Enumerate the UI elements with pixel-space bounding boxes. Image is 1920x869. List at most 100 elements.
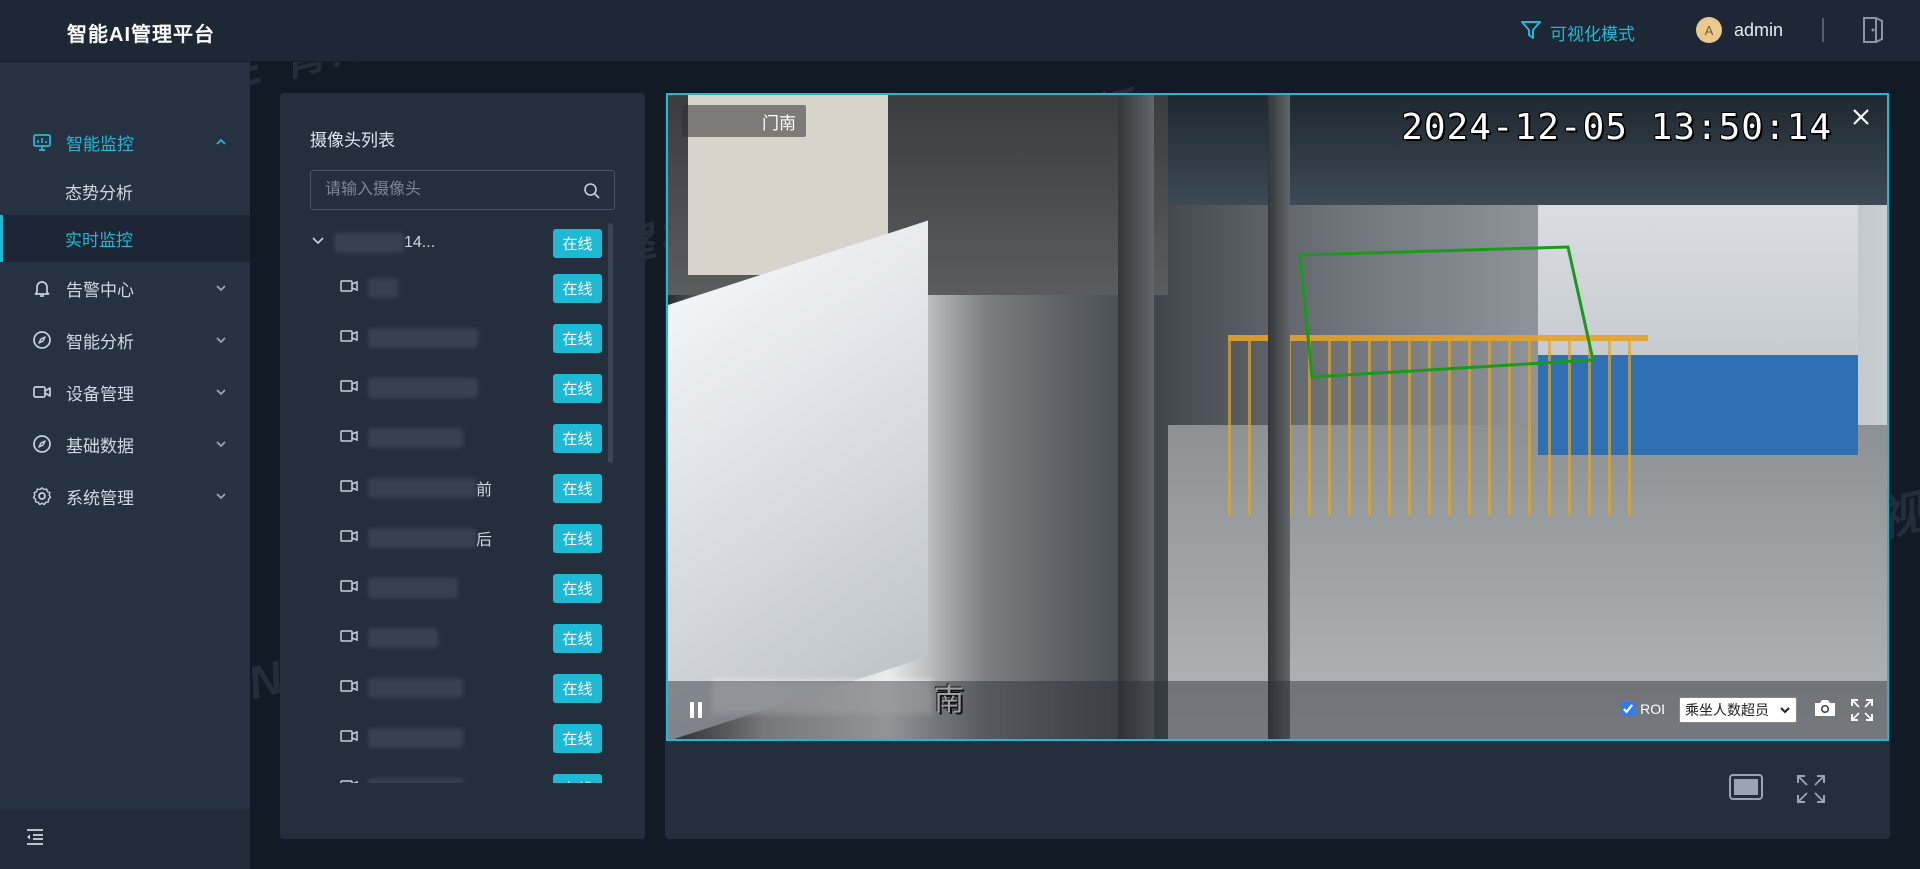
camera-tree: 14... 在线 在线 在线 在线 在线 前 在线 后 在线 在线 在线 在线 …: [310, 223, 602, 783]
video-camera-icon: [340, 529, 358, 548]
chevron-up-icon: [214, 134, 228, 154]
camera-row[interactable]: 前 在线: [310, 463, 602, 513]
chevron-down-icon[interactable]: [310, 233, 326, 254]
camera-row[interactable]: 在线: [310, 363, 602, 413]
status-badge[interactable]: 在线: [553, 423, 602, 453]
status-badge[interactable]: 在线: [553, 523, 602, 553]
camera-row[interactable]: 在线: [310, 563, 602, 613]
camera-snapshot-icon[interactable]: [1813, 697, 1837, 724]
video-timestamp: 2024-12-05 13:50:14: [1401, 107, 1832, 148]
sidebar-subitem-realtime-monitoring[interactable]: 实时监控: [0, 215, 250, 262]
sidebar-item-label: 智能分析: [66, 332, 134, 352]
sidebar-item-label: 基础数据: [66, 436, 134, 456]
redacted-text: [368, 628, 438, 648]
sidebar: 智能监控 态势分析 实时监控 告警中心 智能分析 设备管理 基础数据 系统管理: [0, 62, 250, 869]
video-camera-icon: [340, 679, 358, 698]
chevron-down-icon: [214, 488, 228, 508]
camera-row[interactable]: 在线: [310, 263, 602, 313]
bell-icon: [32, 278, 52, 298]
camera-group-row[interactable]: 14... 在线: [310, 223, 602, 263]
redacted-text: [368, 778, 463, 783]
user-menu[interactable]: A admin: [1696, 17, 1783, 43]
roi-toggle[interactable]: ROI: [1621, 701, 1665, 717]
redacted-text: [368, 728, 463, 748]
sidebar-item-smart-analysis[interactable]: 智能分析: [0, 314, 250, 366]
compass-icon: [32, 434, 52, 454]
compass-icon: [32, 330, 52, 350]
status-badge[interactable]: 在线: [553, 673, 602, 703]
redacted-text: [368, 428, 463, 448]
app-root: TSINGSEE 青犀视频 TSINGSEE 青犀视频 TSINGSEE 青犀视…: [0, 0, 1920, 869]
chevron-down-icon: [214, 280, 228, 300]
camera-name-suffix: 后: [476, 532, 493, 549]
video-camera-icon: [340, 579, 358, 598]
camera-row[interactable]: 在线: [310, 313, 602, 363]
camera-row[interactable]: 在线: [310, 613, 602, 663]
expand-icon[interactable]: [1795, 773, 1827, 810]
video-camera-icon: [340, 429, 358, 448]
roi-label: ROI: [1640, 701, 1665, 717]
camera-row[interactable]: 在线: [310, 413, 602, 463]
logout-icon[interactable]: [1860, 16, 1886, 49]
rule-select[interactable]: 乘坐人数超员: [1679, 697, 1797, 723]
status-badge[interactable]: 在线: [553, 723, 602, 753]
redacted-text: [368, 478, 476, 498]
video-player[interactable]: 门南 2024-12-05 13:50:14 南 ROI 乘坐人数超员: [666, 93, 1889, 741]
status-badge[interactable]: 在线: [553, 773, 602, 783]
video-camera-icon: [340, 779, 358, 783]
username: admin: [1734, 19, 1784, 40]
video-camera-icon: [340, 629, 358, 648]
redacted-text: [334, 233, 404, 253]
sidebar-item-system-management[interactable]: 系统管理: [0, 470, 250, 522]
camera-row[interactable]: 在线: [310, 763, 602, 783]
video-camera-icon: [340, 279, 358, 298]
camera-row[interactable]: 后 在线: [310, 513, 602, 563]
roi-checkbox[interactable]: [1621, 702, 1636, 716]
video-control-bar: ROI 乘坐人数超员: [668, 681, 1887, 739]
visualization-mode-button[interactable]: 可视化模式: [1520, 19, 1635, 46]
rule-select-value: 乘坐人数超员: [1685, 702, 1769, 718]
camera-row[interactable]: 在线: [310, 663, 602, 713]
camera-list-panel: 摄像头列表 14... 在线 在线: [280, 93, 645, 839]
sidebar-item-basic-data[interactable]: 基础数据: [0, 418, 250, 470]
redacted-text: [368, 278, 398, 298]
single-view-layout-icon[interactable]: [1728, 773, 1764, 806]
video-camera-icon: [32, 382, 52, 402]
status-badge[interactable]: 在线: [553, 228, 602, 258]
monitor-icon: [32, 132, 52, 152]
collapse-menu-icon: [24, 827, 46, 852]
fullscreen-icon[interactable]: [1849, 697, 1875, 728]
camera-row[interactable]: 在线: [310, 713, 602, 763]
camera-search-input[interactable]: [311, 171, 614, 209]
chevron-down-icon: [214, 436, 228, 456]
camera-name-tag-text: 门南: [762, 113, 796, 133]
camera-list-scrollbar[interactable]: [608, 223, 613, 463]
camera-group-name: 14...: [404, 234, 436, 251]
avatar: A: [1696, 17, 1722, 43]
status-badge[interactable]: 在线: [553, 473, 602, 503]
sidebar-item-smart-monitoring[interactable]: 智能监控: [0, 116, 250, 168]
sidebar-item-device-management[interactable]: 设备管理: [0, 366, 250, 418]
camera-search-box: [310, 170, 615, 210]
status-badge[interactable]: 在线: [553, 373, 602, 403]
sidebar-menu: 智能监控 态势分析 实时监控 告警中心 智能分析 设备管理 基础数据 系统管理: [0, 62, 250, 522]
search-icon[interactable]: [583, 182, 601, 205]
status-badge[interactable]: 在线: [553, 623, 602, 653]
close-icon[interactable]: [1849, 105, 1873, 129]
sidebar-item-label: 实时监控: [65, 231, 133, 250]
gear-icon: [32, 486, 52, 506]
sidebar-collapse-button[interactable]: [0, 809, 250, 869]
status-badge[interactable]: 在线: [553, 273, 602, 303]
video-panel: 门南 2024-12-05 13:50:14 南 ROI 乘坐人数超员: [665, 93, 1890, 839]
sidebar-item-alarm-center[interactable]: 告警中心: [0, 262, 250, 314]
redacted-text: [368, 328, 478, 348]
status-badge[interactable]: 在线: [553, 573, 602, 603]
sidebar-item-label: 告警中心: [66, 280, 134, 300]
chevron-down-icon: [214, 332, 228, 352]
pause-icon[interactable]: [686, 699, 706, 721]
filter-icon: [1520, 19, 1542, 46]
status-badge[interactable]: 在线: [553, 323, 602, 353]
video-camera-icon: [340, 729, 358, 748]
sidebar-item-label: 系统管理: [66, 488, 134, 508]
sidebar-subitem-situation-analysis[interactable]: 态势分析: [0, 168, 250, 215]
